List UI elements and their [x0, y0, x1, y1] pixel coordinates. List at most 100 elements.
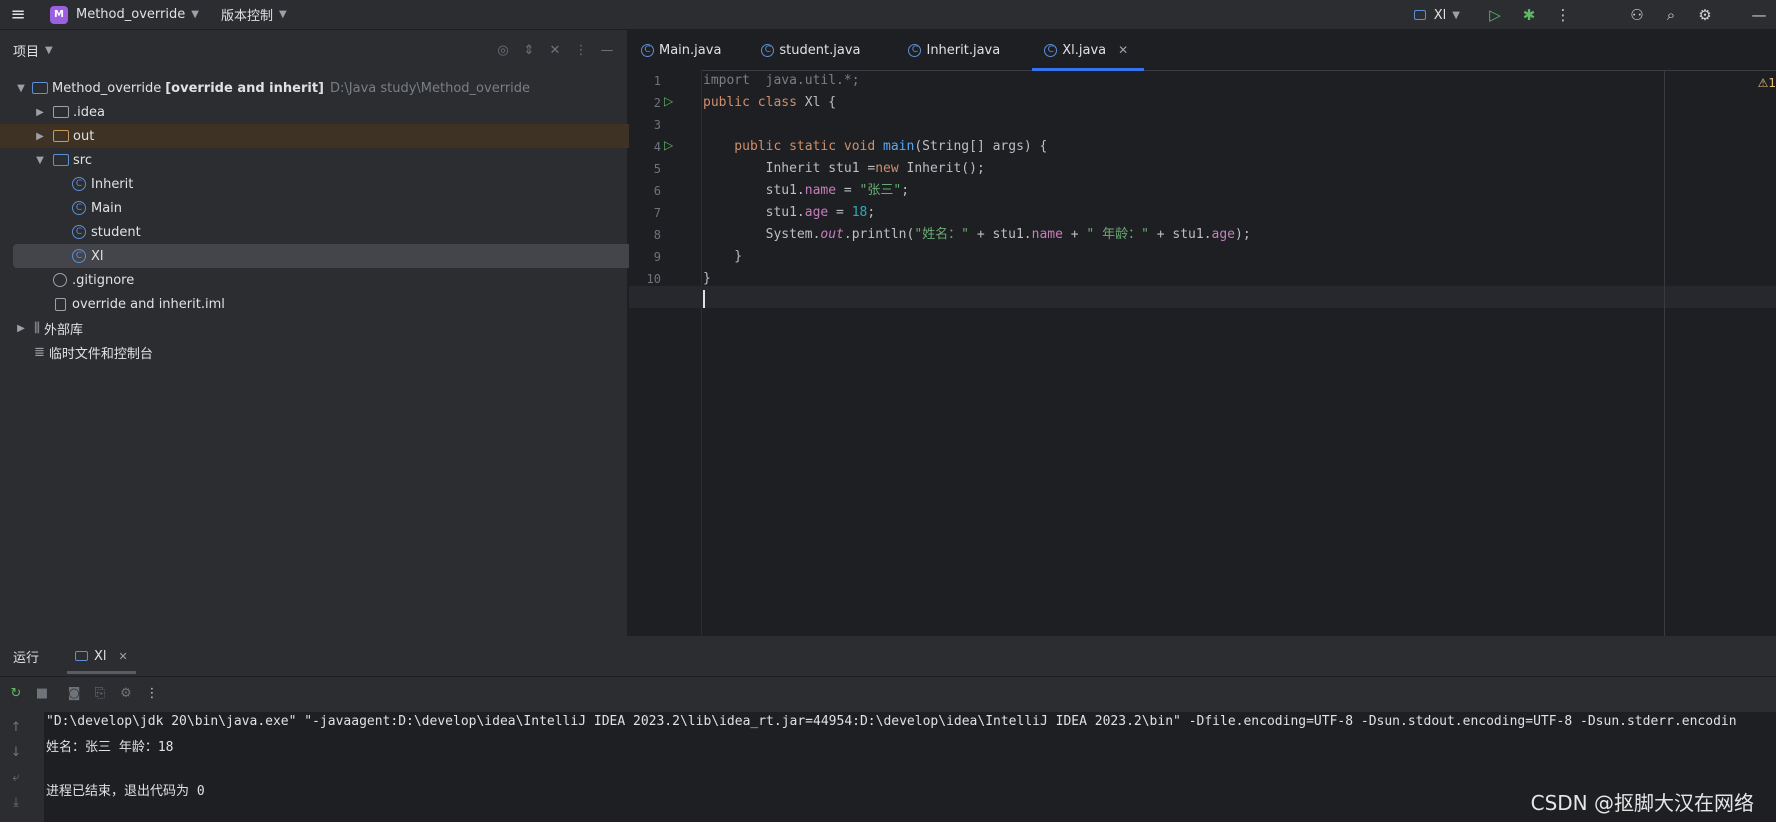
close-icon[interactable]: ✕ — [1118, 43, 1128, 57]
class-icon: C — [72, 225, 86, 239]
chevron-down-icon[interactable]: ▼ — [33, 155, 47, 166]
collapse-all-icon[interactable]: ✕ — [545, 40, 565, 60]
bug-icon: ✱ — [1522, 6, 1536, 24]
soft-wrap-icon[interactable]: ⤶ — [6, 767, 26, 787]
chevron-right-icon[interactable]: ▶ — [33, 107, 47, 118]
hamburger-icon: ≡ — [10, 4, 26, 25]
run-panel-title: 运行 — [13, 650, 40, 666]
kebab-icon: ⋮ — [1555, 6, 1571, 24]
warning-icon: ⚠ — [1757, 76, 1769, 90]
console-output[interactable]: "D:\develop\jdk 20\bin\java.exe" "-javaa… — [44, 712, 1776, 822]
tab-label: Main.java — [659, 42, 722, 58]
tree-item-label: src — [73, 152, 92, 168]
tree-item-out[interactable]: ▶ out — [0, 124, 661, 148]
minimize-button[interactable]: — — [1742, 0, 1776, 30]
console-side-toolbar: ↑ ↓ ⤶ ⤓ — [0, 712, 32, 822]
tree-item-src[interactable]: ▼ src — [0, 148, 661, 172]
run-button[interactable]: ▷ — [1478, 0, 1512, 30]
tab-main-java[interactable]: C Main.java — [629, 30, 745, 70]
tree-item-label: 外部库 — [43, 322, 83, 338]
class-file-icon — [75, 651, 89, 661]
scroll-to-end-icon[interactable]: ⤓ — [6, 792, 26, 812]
close-icon[interactable]: ✕ — [119, 650, 128, 663]
chevron-right-icon[interactable]: ▶ — [14, 323, 28, 334]
vcs-label: 版本控制 — [220, 9, 273, 24]
restore-layout-icon[interactable]: ⎘ — [90, 683, 110, 703]
tree-item-idea[interactable]: ▶ .idea — [0, 100, 661, 124]
run-gutter-icon[interactable]: ▷ — [664, 94, 673, 108]
run-tab-xl[interactable]: Xl ✕ — [67, 636, 136, 676]
line-number: 1 — [653, 74, 661, 88]
code-line: System.out.println("姓名：" + stu1.name + "… — [703, 227, 1251, 242]
arrow-down-icon[interactable]: ↓ — [6, 742, 26, 762]
current-line-highlight — [629, 286, 1776, 308]
run-icon: ▷ — [1489, 6, 1501, 24]
project-badge: M — [50, 5, 68, 24]
vcs-menu[interactable]: 版本控制 ▼ — [213, 0, 295, 30]
tree-root[interactable]: ▼ Method_override [override and inherit]… — [0, 76, 642, 100]
folder-icon — [53, 106, 69, 118]
tab-label: student.java — [779, 42, 861, 58]
tab-inherit-java[interactable]: C Inherit.java — [892, 30, 1032, 70]
chevron-down-icon[interactable]: ▼ — [14, 83, 28, 94]
gear-icon: ⚙ — [1698, 6, 1712, 24]
tree-item-label: override and inherit.iml — [72, 296, 225, 312]
tree-item-label: .idea — [73, 104, 105, 120]
settings-icon[interactable]: ⚙ — [116, 683, 136, 703]
tree-item-scratches[interactable]: ≣ 临时文件和控制台 — [0, 340, 662, 364]
class-icon: C — [761, 43, 775, 57]
project-selector[interactable]: M Method_override ▼ — [42, 0, 207, 30]
tab-xl-java[interactable]: C Xl.java ✕ — [1032, 30, 1145, 71]
chevron-down-icon: ▼ — [191, 9, 199, 20]
rerun-icon[interactable]: ↻ — [6, 683, 26, 703]
tree-item-iml[interactable]: override and inherit.iml — [0, 292, 683, 316]
ignore-file-icon — [53, 273, 67, 287]
main-menu-button[interactable]: ≡ — [0, 0, 36, 30]
code-editor[interactable]: import java.util.*; public class Xl { pu… — [629, 70, 1776, 636]
code-line: } — [703, 271, 711, 286]
code-line: public static void main(String[] args) { — [703, 139, 1048, 154]
run-toolbar: ↻ ■ ◙ ⎘ ⚙ ⋮ — [0, 677, 1776, 709]
folder-icon — [53, 130, 69, 142]
project-panel-title[interactable]: 项目 — [13, 41, 39, 60]
console-command-line: "D:\develop\jdk 20\bin\java.exe" "-javaa… — [46, 714, 1737, 729]
tree-item-main[interactable]: C Main — [0, 196, 700, 220]
module-icon — [32, 82, 48, 94]
tree-item-xl[interactable]: C Xl — [13, 244, 675, 268]
minimize-icon: — — [1751, 6, 1767, 24]
code-line: import java.util.*; — [703, 73, 860, 88]
run-gutter-icon[interactable]: ▷ — [664, 138, 673, 152]
camera-icon[interactable]: ◙ — [64, 683, 84, 703]
tab-student-java[interactable]: C student.java — [745, 30, 892, 70]
tree-item-external-libs[interactable]: ▶ ⫼ 外部库 — [0, 316, 642, 340]
class-icon: C — [1044, 43, 1058, 57]
run-panel: 运行 Xl ✕ ↻ ■ ◙ ⎘ ⚙ ⋮ ↑ ↓ ⤶ ⤓ "D:\develop\… — [0, 636, 1776, 822]
locate-icon[interactable]: ◎ — [493, 40, 513, 60]
settings-button[interactable]: ⚙ — [1688, 0, 1722, 30]
more-actions-button[interactable]: ⋮ — [1546, 0, 1580, 30]
run-config-name: Xl — [1433, 7, 1447, 23]
code-with-me-button[interactable]: ⚇ — [1620, 0, 1654, 30]
chevron-right-icon[interactable]: ▶ — [33, 131, 47, 142]
run-config-selector[interactable]: Xl ▼ — [1406, 0, 1468, 30]
debug-button[interactable]: ✱ — [1512, 0, 1546, 30]
line-number: 5 — [653, 162, 661, 176]
expand-all-icon[interactable]: ⇕ — [519, 40, 539, 60]
tree-item-label: .gitignore — [72, 272, 135, 288]
search-everywhere-button[interactable]: ⌕ — [1654, 0, 1688, 30]
tree-item-label: out — [73, 128, 95, 144]
root-name: Method_override — [52, 80, 162, 96]
hide-panel-icon[interactable]: — — [597, 40, 617, 60]
console-output-line: 姓名：张三 年龄：18 — [46, 740, 174, 755]
options-icon[interactable]: ⋮ — [571, 40, 591, 60]
stop-icon[interactable]: ■ — [32, 683, 52, 703]
kebab-icon[interactable]: ⋮ — [142, 683, 162, 703]
tree-item-inherit[interactable]: C Inherit — [0, 172, 700, 196]
arrow-up-icon[interactable]: ↑ — [6, 717, 26, 737]
tree-item-student[interactable]: C student — [0, 220, 700, 244]
search-icon: ⌕ — [1666, 6, 1676, 24]
line-number: 8 — [653, 228, 661, 242]
inspection-widget[interactable]: ⚠1 — [1758, 76, 1776, 90]
tree-item-gitignore[interactable]: .gitignore — [0, 268, 681, 292]
project-name: Method_override — [76, 7, 186, 22]
